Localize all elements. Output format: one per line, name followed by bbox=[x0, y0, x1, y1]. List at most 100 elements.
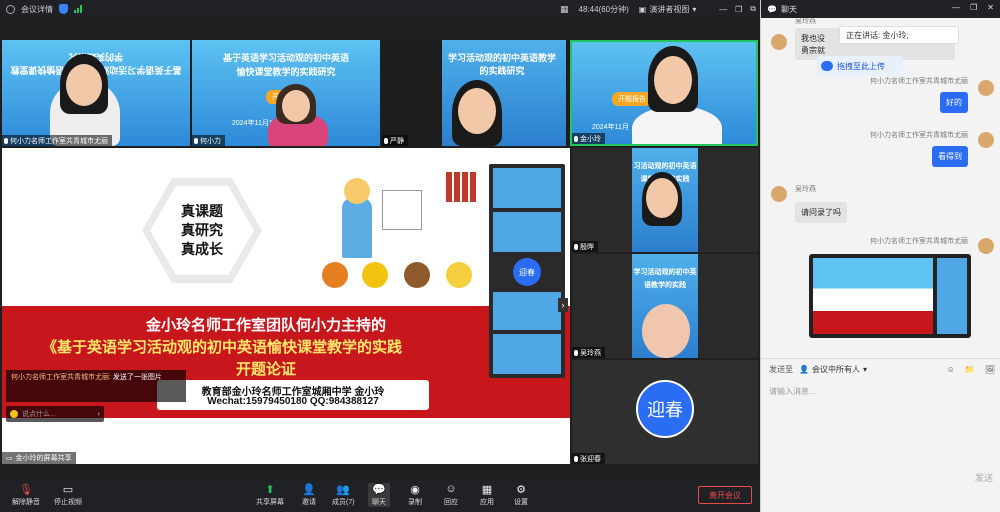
chevron-down-icon: ▾ bbox=[862, 365, 867, 374]
chat-messages[interactable]: 吴玲燕 我也没 勇宗就 正在讲话: 金小玲; 拖拽至此上传 何小力名师工作室共青… bbox=[761, 18, 1000, 358]
view-icon: ▣ bbox=[638, 4, 647, 14]
record-icon: ◉ bbox=[410, 483, 420, 496]
message-sender: 何小力名师工作室共青城市尤丽 bbox=[870, 132, 968, 139]
minimize-icon[interactable]: — bbox=[952, 3, 960, 12]
teacher-head bbox=[344, 178, 370, 204]
participant-face bbox=[66, 64, 102, 106]
image-thumbnail bbox=[813, 258, 933, 334]
chat-button[interactable]: 💬 聊天 bbox=[368, 483, 390, 507]
mini-tile bbox=[493, 334, 561, 374]
avatar bbox=[978, 80, 994, 96]
participant-name: 金小玲 bbox=[580, 135, 601, 143]
info-icon[interactable] bbox=[6, 4, 15, 14]
chat-notification[interactable]: 何小力名师工作室共青城市尤丽: 发送了一张图片 bbox=[6, 370, 186, 402]
recipient-select[interactable]: 👤 会议中所有人 ▾ bbox=[799, 364, 867, 375]
mini-avatar: 迎春 bbox=[513, 258, 541, 286]
video-tile-4[interactable]: 开题报告 2024年11月 金小玲 bbox=[570, 40, 758, 146]
slide-title: 基于英语学习活动观的初中英语 bbox=[222, 53, 349, 63]
video-tile-7[interactable]: 迎春 张迎春 bbox=[572, 360, 758, 464]
toolbar-label: 邀请 bbox=[302, 499, 316, 506]
mini-tile bbox=[493, 292, 561, 330]
settings-button[interactable]: ⚙ 设置 bbox=[514, 483, 528, 507]
speaking-label: 正在讲话: bbox=[846, 30, 881, 40]
video-tile-2[interactable]: 基于英语学习活动观的初中英语 愉快课堂教学的实践研究 开题报告 2024年11月… bbox=[192, 40, 380, 146]
toolbar-label: 解除静音 bbox=[12, 499, 40, 506]
upload-drop-zone[interactable]: 拖拽至此上传 bbox=[817, 56, 903, 76]
slide-subtitle: 愉快课堂教学的实践研究 bbox=[236, 67, 336, 77]
message-text: 好的 bbox=[946, 98, 962, 107]
gear-icon: ⚙ bbox=[516, 483, 526, 496]
teacher-figure bbox=[342, 198, 372, 258]
emoji-icon[interactable]: ☺ bbox=[947, 365, 955, 374]
record-button[interactable]: ◉ 录制 bbox=[408, 483, 422, 507]
participant-name: 吴玲燕 bbox=[580, 349, 601, 357]
chevron-right-icon[interactable]: › bbox=[558, 298, 568, 312]
video-tile-1[interactable]: 基于英语学习活动观的初中英语愉快课堂教学的实践研究 何小力名师工作室共青城市尤丽 bbox=[2, 40, 190, 146]
mic-off-icon: 🎙 bbox=[19, 483, 33, 496]
quick-reply-input[interactable]: 说点什么... bbox=[22, 409, 56, 419]
cloud-upload-icon bbox=[821, 61, 833, 71]
person-icon: 👤 bbox=[799, 365, 809, 374]
message-sender: 何小力名师工作室共青城市尤丽 bbox=[870, 238, 968, 245]
chat-title: 聊天 bbox=[780, 4, 797, 14]
mini-avatar-text: 迎春 bbox=[519, 267, 535, 277]
send-button[interactable]: 发送 bbox=[975, 471, 993, 484]
mini-tile bbox=[493, 168, 561, 208]
send-to-bar: 发送至 👤 会议中所有人 ▾ ☺ 📁 🖼 bbox=[761, 358, 1000, 380]
chat-icon: 💬 bbox=[767, 4, 777, 14]
stop-video-button[interactable]: ▭ 停止视频 bbox=[54, 483, 82, 507]
toolbar-label: 成员(7) bbox=[332, 499, 355, 506]
chevron-down-icon: ▾ bbox=[692, 4, 697, 14]
image-icon[interactable]: 🖼 bbox=[985, 365, 995, 374]
mic-icon bbox=[574, 455, 578, 462]
message-text: 看得到 bbox=[938, 152, 962, 161]
invite-icon: 👤 bbox=[302, 483, 316, 496]
restore-icon[interactable]: ❐ bbox=[735, 5, 742, 14]
signal-icon[interactable] bbox=[74, 5, 84, 13]
chat-icon: 💬 bbox=[372, 483, 386, 496]
speaking-name: 金小玲; bbox=[882, 30, 909, 40]
shared-gallery-column: 迎春 bbox=[489, 164, 565, 378]
reaction-button[interactable]: ☺ 回应 bbox=[444, 483, 458, 507]
close-icon[interactable]: ✕ bbox=[987, 3, 994, 12]
message-input[interactable]: 请输入消息... 发送 bbox=[761, 380, 1000, 490]
leave-meeting-button[interactable]: 离开会议 bbox=[698, 486, 752, 504]
shield-icon[interactable] bbox=[59, 4, 68, 14]
classroom-illustration bbox=[322, 168, 492, 308]
hex-line: 真课题 bbox=[181, 203, 223, 219]
toolbar-label: 共享屏幕 bbox=[256, 499, 284, 506]
chevron-left-icon[interactable]: ‹ bbox=[98, 411, 100, 418]
participant-name: 殷晔 bbox=[580, 243, 594, 251]
folder-icon[interactable]: 📁 bbox=[965, 365, 975, 374]
video-tile-6[interactable]: 学习活动观的初中英语教学的实践 吴玲燕 bbox=[572, 254, 758, 358]
minimize-icon[interactable]: — bbox=[719, 5, 727, 14]
members-button[interactable]: 👥 成员(7) bbox=[332, 483, 355, 507]
restore-icon[interactable]: ❐ bbox=[970, 3, 977, 12]
screen-share-name: 金小玲的屏幕共享 bbox=[15, 455, 72, 462]
message-text: 勇宗就 bbox=[801, 46, 825, 55]
invite-button[interactable]: 👤 邀请 bbox=[302, 483, 316, 507]
mic-icon bbox=[384, 137, 388, 144]
chat-window-controls: — ❐ ✕ bbox=[952, 3, 994, 12]
toolbar-label: 应用 bbox=[480, 499, 494, 506]
avatar bbox=[771, 34, 787, 50]
meeting-toolbar: 🎙 解除静音 ▭ 停止视频 ⬆ 共享屏幕 👤 邀请 👥 成员(7) 💬 聊天 ◉ 录制 ☺ 回应… bbox=[0, 480, 760, 512]
grid-icon[interactable]: ▦ bbox=[560, 4, 569, 15]
video-tile-5[interactable]: 习活动观的初中英语课堂教学的实践 殷晔 bbox=[572, 148, 758, 252]
apps-button[interactable]: ▦ 应用 bbox=[480, 483, 494, 507]
participant-person bbox=[632, 106, 722, 144]
unmute-button[interactable]: 🎙 解除静音 bbox=[12, 483, 40, 507]
image-message[interactable] bbox=[809, 254, 971, 338]
participant-face bbox=[642, 304, 690, 358]
video-tile-3[interactable]: 学习活动观的初中英语教学的实践研究 严静 bbox=[382, 40, 568, 146]
layout-icon[interactable]: ⧉ bbox=[750, 4, 756, 14]
quick-reply-bar[interactable]: 说点什么... ‹ bbox=[6, 406, 104, 422]
meeting-info-link[interactable]: 会议详情 bbox=[21, 4, 53, 15]
emoji-icon[interactable] bbox=[10, 410, 18, 418]
notification-sender: 何小力名师工作室共青城市尤丽: bbox=[11, 374, 111, 381]
mic-icon bbox=[4, 137, 8, 144]
message-bubble: 请问录了吗 bbox=[795, 202, 847, 223]
share-screen-button[interactable]: ⬆ 共享屏幕 bbox=[256, 483, 284, 507]
hex-line: 真成长 bbox=[181, 241, 223, 257]
view-mode-dropdown[interactable]: ▣ 演讲者视图 ▾ bbox=[639, 4, 697, 15]
